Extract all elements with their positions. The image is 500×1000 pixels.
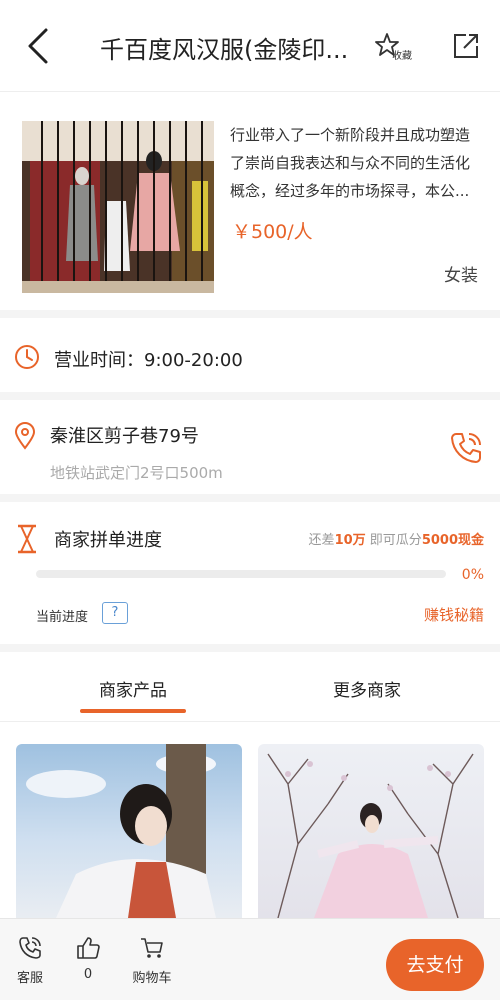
tab-more-merchants[interactable]: 更多商家 xyxy=(287,676,447,701)
active-tab-indicator xyxy=(80,709,186,713)
go-pay-button[interactable]: 去支付 xyxy=(386,939,484,991)
price-per-person: ￥500/人 xyxy=(232,221,313,243)
favorite-label[interactable]: 收藏 xyxy=(392,47,412,62)
page-title: 千百度风汉服(金陵印... xyxy=(100,36,349,64)
product-card-image[interactable] xyxy=(16,744,242,918)
store-thumbnail-image xyxy=(22,121,214,293)
thumbs-up-icon xyxy=(77,937,100,959)
top-nav-bar: 千百度风汉服(金陵印... 收藏 xyxy=(0,0,500,92)
reward-amount: 5000现金 xyxy=(421,533,484,548)
progress-bar-track xyxy=(36,570,446,578)
cart-label: 购物车 xyxy=(132,971,172,986)
remaining-value: 10万 xyxy=(334,533,366,548)
address-main: 秦淮区剪子巷79号 xyxy=(50,426,199,447)
like-count: 0 xyxy=(83,967,93,982)
content-tabs: 商家产品 更多商家 xyxy=(0,652,500,722)
business-hours-row: 营业时间：9:00-20:00 xyxy=(0,318,500,400)
customer-service-button[interactable]: 客服 xyxy=(0,935,60,986)
share-icon[interactable] xyxy=(452,32,480,60)
remaining-middle: 即可瓜分 xyxy=(369,533,422,548)
cart-button[interactable]: 购物车 xyxy=(122,935,182,986)
phone-call-icon[interactable] xyxy=(448,430,484,466)
back-arrow-icon[interactable] xyxy=(22,26,58,66)
progress-title: 商家拼单进度 xyxy=(54,530,162,551)
current-progress-label: 当前进度 xyxy=(36,610,89,625)
hourglass-icon xyxy=(18,524,36,554)
address-subway-hint: 地铁站武定门2号口500m xyxy=(50,464,223,482)
store-category: 女装 xyxy=(444,266,478,286)
store-description: 行业带入了一个新阶段并且成功塑造了崇尚自我表达和与众不同的生活化概念，经过多年的… xyxy=(230,126,471,200)
store-info-card[interactable]: 行业带入了一个新阶段并且成功塑造了崇尚自我表达和与众不同的生活化概念，经过多年的… xyxy=(0,93,500,318)
business-hours-text: 营业时间：9:00-20:00 xyxy=(54,350,243,371)
earn-tips-link[interactable]: 赚钱秘籍 xyxy=(424,604,484,625)
phone-icon xyxy=(19,937,41,959)
bottom-action-bar: 客服 0 购物车 去支付 xyxy=(0,918,500,1000)
remaining-prefix: 还差 xyxy=(308,533,335,548)
progress-remaining-text: 还差10万 即可瓜分5000现金 xyxy=(309,529,484,548)
address-row[interactable]: 秦淮区剪子巷79号 地铁站武定门2号口500m xyxy=(0,400,500,502)
product-card-image[interactable] xyxy=(258,744,484,918)
like-button[interactable]: 0 xyxy=(58,935,118,982)
tab-merchant-products[interactable]: 商家产品 xyxy=(53,676,213,701)
progress-percent: 0% xyxy=(461,567,484,583)
group-buy-progress-section: 商家拼单进度 还差10万 即可瓜分5000现金 0% 当前进度 ? 赚钱秘籍 xyxy=(0,502,500,652)
product-grid xyxy=(0,722,500,918)
customer-service-label: 客服 xyxy=(16,971,43,986)
clock-icon xyxy=(15,345,39,369)
help-question-button[interactable]: ? xyxy=(102,602,128,624)
shopping-cart-icon xyxy=(141,938,163,958)
location-pin-icon xyxy=(14,422,36,450)
